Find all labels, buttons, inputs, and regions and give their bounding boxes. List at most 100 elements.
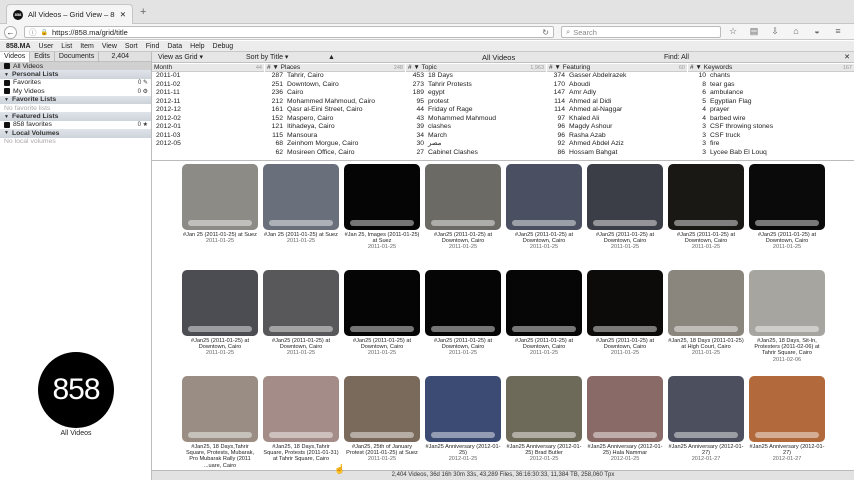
- view-as-select[interactable]: View as Grid ▾: [158, 53, 240, 62]
- list-item[interactable]: 114 Ahmed al-Naggar: [547, 106, 687, 115]
- section-local-volumes[interactable]: ▼ Local Volumes: [0, 129, 151, 138]
- app-brand[interactable]: 858.MA: [6, 43, 31, 50]
- list-item[interactable]: 2011-01: [152, 72, 264, 81]
- video-item[interactable]: #Jan25 Anniversary (2012-01-27) 2012-01-2…: [749, 376, 825, 476]
- menu-help[interactable]: Help: [190, 43, 204, 50]
- sidebar-item-my-videos[interactable]: My Videos 0 ⚙: [0, 87, 151, 95]
- menu-data[interactable]: Data: [167, 43, 182, 50]
- list-item[interactable]: 170 Aboudi: [547, 81, 687, 90]
- reading-list-icon[interactable]: ▤: [748, 26, 760, 37]
- sort-direction-icon[interactable]: ▲: [328, 53, 335, 62]
- list-item[interactable]: 374 Gasser Abdelrazek: [547, 72, 687, 81]
- list-item[interactable]: 34 March: [406, 132, 546, 141]
- list-item[interactable]: 96 Magdy Ashour: [547, 123, 687, 132]
- menu-item[interactable]: Item: [80, 43, 94, 50]
- list-item[interactable]: 4 barbed wire: [688, 115, 854, 124]
- list-item[interactable]: 3 fire: [688, 140, 854, 149]
- list-item[interactable]: 2012-05: [152, 140, 264, 149]
- video-item[interactable]: #Jan25 (2011-01-25) at Downtown, Cairo 20…: [425, 164, 501, 264]
- disclosure-triangle-icon[interactable]: ▼: [4, 97, 9, 103]
- video-item[interactable]: #Jan25, 18 Days (2011-01-25) at High Cou…: [668, 270, 744, 370]
- column-header-month[interactable]: Month 44: [152, 64, 264, 72]
- sort-by-select[interactable]: Sort by Title ▾: [246, 53, 328, 62]
- list-item[interactable]: 251 Downtown, Cairo: [265, 81, 405, 90]
- video-item[interactable]: #Jan 25 (2011-01-25) at Suez 2011-01-25: [182, 164, 258, 264]
- list-item[interactable]: 92 Ahmed Abdel Aziz: [547, 140, 687, 149]
- list-item[interactable]: 6 ambulance: [688, 89, 854, 98]
- list-item[interactable]: 3 CSF throwing stones: [688, 123, 854, 132]
- list-item[interactable]: 86 Hossam Bahgat: [547, 149, 687, 158]
- menu-debug[interactable]: Debug: [213, 43, 234, 50]
- video-thumbnail[interactable]: [182, 164, 258, 230]
- disclosure-triangle-icon[interactable]: ▼: [4, 72, 9, 78]
- list-item[interactable]: 121 Itihadeya, Cairo: [265, 123, 405, 132]
- video-item[interactable]: #Jan25, 18 Days,Tahrir Square, Protests,…: [182, 376, 258, 476]
- list-item[interactable]: 2012-02: [152, 115, 264, 124]
- sidebar-item-858-favorites[interactable]: 858 favorites 0 ★: [0, 121, 151, 129]
- list-item[interactable]: 8 tear gas: [688, 81, 854, 90]
- list-item[interactable]: 43 Mohammed Mahmoud: [406, 115, 546, 124]
- column-header-keywords[interactable]: # ▼ Keywords 167: [688, 64, 854, 72]
- new-tab-icon[interactable]: +: [140, 6, 146, 18]
- list-item[interactable]: 147 Amr Adly: [547, 89, 687, 98]
- list-item[interactable]: 97 Khaled Ali: [547, 115, 687, 124]
- video-item[interactable]: #Jan25 (2011-01-25) at Downtown, Cairo 20…: [263, 270, 339, 370]
- video-thumbnail[interactable]: [263, 376, 339, 442]
- column-header-places[interactable]: # ▼ Places 248: [265, 64, 405, 72]
- video-item[interactable]: #Jan25 (2011-01-25) at Downtown, Cairo 20…: [344, 270, 420, 370]
- video-thumbnail[interactable]: [506, 164, 582, 230]
- reload-icon[interactable]: ↻: [542, 28, 549, 37]
- section-personal-lists[interactable]: ▼ Personal Lists: [0, 70, 151, 79]
- list-item[interactable]: 27 Cabinet Clashes: [406, 149, 546, 158]
- bookmark-star-icon[interactable]: ☆: [727, 26, 739, 37]
- list-item[interactable]: 161 Qasr al-Eini Street, Cairo: [265, 106, 405, 115]
- menu-find[interactable]: Find: [146, 43, 160, 50]
- video-item[interactable]: #Jan25 (2011-01-25) at Downtown, Cairo 20…: [749, 164, 825, 264]
- menu-icon[interactable]: ≡: [832, 26, 844, 37]
- list-item[interactable]: 95 protest: [406, 98, 546, 107]
- find-select[interactable]: Find: All: [664, 53, 844, 62]
- video-thumbnail[interactable]: [344, 164, 420, 230]
- list-item[interactable]: 2012-12: [152, 106, 264, 115]
- video-thumbnail[interactable]: [425, 270, 501, 336]
- home-icon[interactable]: ⌂: [790, 26, 802, 37]
- video-thumbnail[interactable]: [182, 376, 258, 442]
- list-item[interactable]: 287 Tahrir, Cairo: [265, 72, 405, 81]
- section-featured-lists[interactable]: ▼ Featured Lists: [0, 112, 151, 121]
- list-item[interactable]: 3 Lycee Bab El Louq: [688, 149, 854, 158]
- video-thumbnail[interactable]: [182, 270, 258, 336]
- list-item[interactable]: 115 Mansoura: [265, 132, 405, 141]
- close-tab-icon[interactable]: ✕: [120, 10, 126, 19]
- list-item[interactable]: 2012-11: [152, 98, 264, 107]
- menu-user[interactable]: User: [39, 43, 54, 50]
- video-item[interactable]: #Jan25 (2011-01-25) at Downtown, Cairo 20…: [506, 164, 582, 264]
- video-item[interactable]: #Jan25, 18 Days,Tahrir Square, Protests …: [263, 376, 339, 476]
- list-item[interactable]: 3 CSF truck: [688, 132, 854, 141]
- menu-sort[interactable]: Sort: [125, 43, 138, 50]
- column-header-topic[interactable]: # ▼ Topic 1,963: [406, 64, 546, 72]
- video-thumbnail[interactable]: [749, 376, 825, 442]
- video-item[interactable]: #Jan25 (2011-01-25) at Downtown, Cairo 20…: [668, 164, 744, 264]
- list-item[interactable]: 39 clashes: [406, 123, 546, 132]
- browser-tab[interactable]: 858 All Videos – Grid View – 858.MA ✕: [6, 4, 133, 24]
- list-item[interactable]: 236 Cairo: [265, 89, 405, 98]
- list-item[interactable]: 2011-11: [152, 89, 264, 98]
- pocket-icon[interactable]: ◒: [811, 26, 823, 37]
- video-thumbnail[interactable]: [344, 376, 420, 442]
- list-item[interactable]: 30 مصر: [406, 140, 546, 149]
- tab-documents[interactable]: Documents: [55, 51, 100, 62]
- list-item[interactable]: 68 Zeinhom Morgue, Cairo: [265, 140, 405, 149]
- list-item[interactable]: 2012-01: [152, 123, 264, 132]
- video-item[interactable]: #Jan25 Anniversary (2012-01-25) Brad But…: [506, 376, 582, 476]
- video-thumbnail[interactable]: [587, 270, 663, 336]
- sidebar-item-favorites[interactable]: Favorites 0 ✎: [0, 79, 151, 87]
- list-item[interactable]: 5 Egyptian Flag: [688, 98, 854, 107]
- menu-list[interactable]: List: [61, 43, 72, 50]
- video-item[interactable]: #Jan25 (2011-01-25) at Downtown, Cairo 20…: [506, 270, 582, 370]
- video-item[interactable]: #Jan25 (2011-01-25) at Downtown, Cairo 20…: [587, 164, 663, 264]
- section-favorite-lists[interactable]: ▼ Favorite Lists: [0, 95, 151, 104]
- clear-find-icon[interactable]: ✕: [844, 53, 850, 62]
- list-item[interactable]: 96 Rasha Azab: [547, 132, 687, 141]
- downloads-icon[interactable]: ⇩: [769, 26, 781, 37]
- video-item[interactable]: #Jan25 (2011-01-25) at Downtown, Cairo 20…: [425, 270, 501, 370]
